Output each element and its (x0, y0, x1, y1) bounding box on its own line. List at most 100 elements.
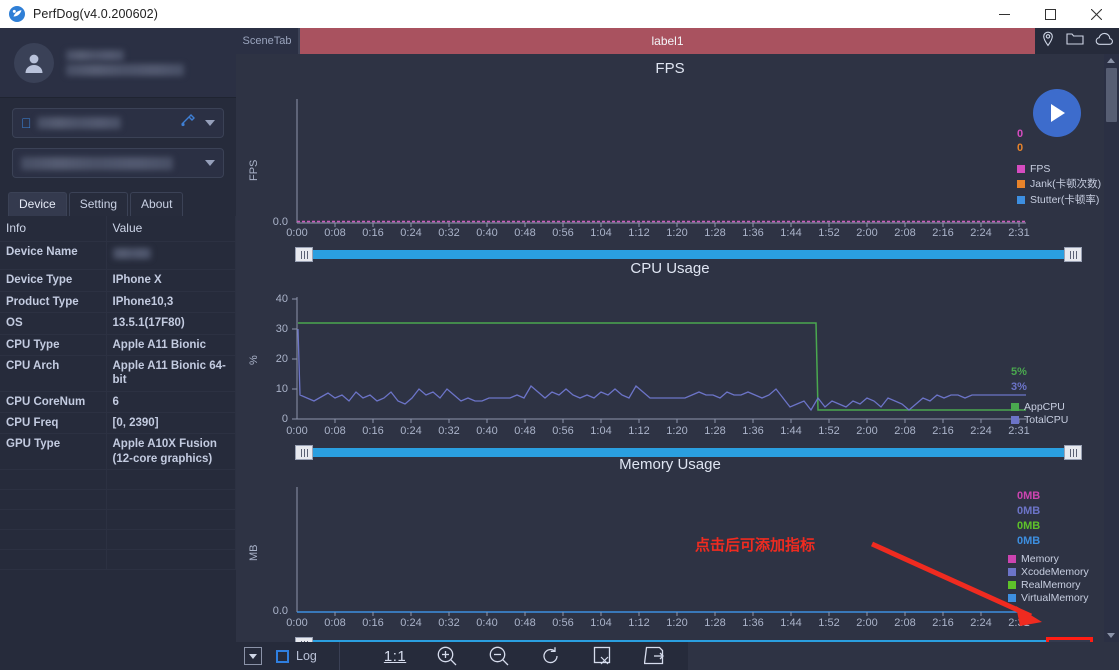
row-value-blurred (106, 241, 236, 271)
x-tick: 1:04 (590, 227, 612, 239)
table-row: CPU Type Apple A11 Bionic (0, 334, 236, 356)
app-select[interactable] (12, 148, 224, 178)
bottom-toolbar: Log 1:1 (236, 642, 1119, 670)
user-profile (0, 28, 236, 98)
x-tick: 1:36 (742, 617, 764, 629)
row-key (0, 509, 107, 531)
device-select[interactable]:  (12, 108, 224, 138)
vertical-scrollbar[interactable] (1104, 54, 1119, 642)
x-tick: 1:20 (666, 617, 688, 629)
x-tick: 2:00 (856, 617, 878, 629)
sidebar:  Device Setting About (0, 28, 236, 670)
sidebar-tabs: Device Setting About (0, 188, 236, 216)
x-tick: 0:08 (324, 227, 346, 239)
x-tick: 0:40 (476, 425, 498, 437)
x-tick: 1:28 (704, 617, 726, 629)
x-tick: 1:36 (742, 425, 764, 437)
row-value: IPhone X (106, 269, 236, 292)
chart-tools: 1:1 (384, 645, 666, 667)
legend-swatch-icon (1017, 195, 1025, 204)
row-value (106, 549, 236, 571)
perfdog-window: PerfDog(v4.0.200602) Device Setting Abou… (0, 0, 1119, 670)
row-value (106, 489, 236, 511)
x-tick: 2:24 (970, 425, 992, 437)
user-name-blurred (66, 47, 184, 79)
refresh-button[interactable] (540, 645, 562, 667)
crop-cut-button[interactable] (592, 645, 614, 667)
log-toggle[interactable]: Log (276, 649, 317, 663)
legend-item: Memory (1008, 553, 1089, 565)
title-bar: PerfDog(v4.0.200602) (0, 0, 1119, 28)
scene-tab[interactable]: SceneTab (236, 28, 298, 54)
x-tick: 2:31 (1008, 227, 1030, 239)
play-button[interactable] (1033, 89, 1081, 137)
legend-swatch-icon (1017, 165, 1025, 173)
x-tick: 2:00 (856, 425, 878, 437)
x-tick: 2:16 (932, 227, 954, 239)
legend-label: XcodeMemory (1021, 566, 1089, 578)
x-tick: 1:52 (818, 227, 840, 239)
x-tick: 0:24 (400, 227, 422, 239)
x-tick: 0:32 (438, 227, 460, 239)
x-tick: 2:08 (894, 425, 916, 437)
x-tick: 0:08 (324, 425, 346, 437)
x-tick: 2:31 (1008, 425, 1030, 437)
legend-label: Jank(卡顿次数) (1030, 178, 1102, 190)
row-value: Apple A10X Fusion (12-core graphics) (106, 433, 236, 471)
legend-item: RealMemory (1008, 579, 1089, 591)
x-tick: 1:52 (818, 617, 840, 629)
cloud-icon[interactable] (1095, 32, 1114, 51)
row-value: Apple A11 Bionic 64-bit (106, 355, 236, 392)
table-row (0, 469, 236, 491)
row-key (0, 529, 107, 551)
cpu-series-svg (292, 297, 1026, 423)
value-xcodememory: 0MB (1017, 505, 1041, 517)
x-tick: 0:16 (362, 617, 384, 629)
x-tick: 0:56 (552, 227, 574, 239)
zoom-out-button[interactable] (488, 645, 510, 667)
maximize-button[interactable] (1027, 0, 1073, 28)
zoom-reset-1-1-button[interactable]: 1:1 (384, 648, 406, 665)
row-key (0, 549, 107, 571)
minimize-button[interactable] (981, 0, 1027, 28)
location-pin-icon[interactable] (1040, 31, 1056, 52)
x-tick: 0:32 (438, 425, 460, 437)
plot-fps[interactable]: FPS 0.0 0 0 FPS Jank(卡顿次数) Stutter(卡顿率) (236, 77, 1104, 228)
scroll-up-arrow-icon[interactable] (1107, 58, 1115, 63)
row-key: OS (0, 312, 107, 335)
x-tick: 2:08 (894, 227, 916, 239)
tab-device[interactable]: Device (8, 192, 67, 216)
value-memory: 0MB (1017, 490, 1041, 502)
tab-about[interactable]: About (130, 192, 184, 216)
tab-setting[interactable]: Setting (68, 192, 129, 216)
dropdown-caret-icon[interactable] (244, 647, 262, 665)
legend-fps: FPS Jank(卡顿次数) Stutter(卡顿率) (1017, 163, 1101, 208)
folder-icon[interactable] (1066, 31, 1085, 51)
zoom-in-button[interactable] (436, 645, 458, 667)
close-button[interactable] (1073, 0, 1119, 28)
plot-cpu[interactable]: % 0 10 20 30 40 5% 3% AppCPU TotalCPU (236, 277, 1104, 426)
value-fps: 0 (1017, 128, 1024, 140)
plot-memory[interactable]: MB 0.0 0MB 0MB 0MB 0MB Memory XcodeMemor… (236, 473, 1104, 617)
scroll-down-arrow-icon[interactable] (1107, 633, 1115, 638)
table-row: CPU Arch Apple A11 Bionic 64-bit (0, 355, 236, 392)
x-tick: 2:08 (894, 617, 916, 629)
legend-memory: Memory XcodeMemory RealMemory VirtualMem… (1008, 553, 1089, 605)
main-panel: SceneTab label1 FPS FPS 0.0 0 0 FPS Jank… (236, 28, 1119, 670)
row-key: GPU Type (0, 433, 107, 471)
label-tab[interactable]: label1 (298, 28, 1035, 54)
usb-connect-icon[interactable] (180, 114, 195, 132)
row-value: 6 (106, 391, 236, 414)
vertical-scroll-thumb[interactable] (1106, 68, 1117, 122)
avatar[interactable] (14, 42, 54, 83)
scene-actions (1035, 28, 1119, 54)
x-tick: 0:08 (324, 617, 346, 629)
log-label: Log (296, 649, 317, 663)
save-export-button[interactable] (644, 645, 666, 667)
chart-cpu: CPU Usage % 0 10 20 30 40 5% 3% AppCPU T… (236, 254, 1104, 460)
play-icon (1051, 104, 1065, 122)
x-tick: 1:20 (666, 425, 688, 437)
value-totalcpu: 3% (1011, 381, 1027, 393)
legend-swatch-icon (1008, 555, 1016, 563)
log-checkbox[interactable] (276, 649, 289, 663)
